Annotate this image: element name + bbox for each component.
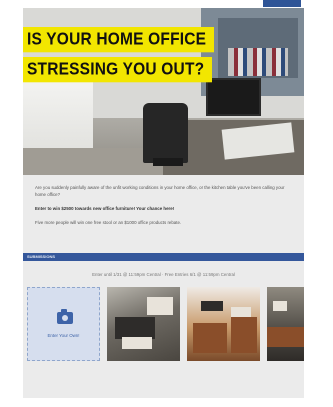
- hero-chair-base: [153, 158, 183, 166]
- submission-thumbnail[interactable]: [267, 287, 304, 361]
- hero-chair: [143, 103, 188, 163]
- gallery-caption: Enter until 1/31 @ 11:59pm Central · Fre…: [92, 272, 235, 277]
- contest-card: IS YOUR HOME OFFICE STRESSING YOU OUT? A…: [23, 8, 304, 398]
- contest-description: Are you suddenly painfully aware of the …: [35, 184, 293, 233]
- thumb-desk: [231, 317, 257, 353]
- section-bar: SUBMISSIONS: [23, 253, 304, 261]
- secondary-prize-paragraph: Five more people will win one free stool…: [35, 220, 182, 225]
- section-bar-label: SUBMISSIONS: [27, 254, 56, 259]
- submission-thumbnail[interactable]: [107, 287, 180, 361]
- thumb-printer: [201, 301, 223, 311]
- thumb-window: [147, 297, 173, 315]
- enter-your-own-label: Enter Your Own!: [47, 333, 80, 338]
- headline-line-2: STRESSING YOU OUT?: [23, 57, 213, 83]
- thumb-desk: [115, 317, 155, 339]
- enter-your-own-button[interactable]: Enter Your Own!: [27, 287, 100, 361]
- camera-icon: [57, 309, 73, 324]
- thumb-desk: [267, 327, 304, 347]
- thumb-cabinet: [193, 323, 227, 353]
- top-tab[interactable]: [263, 0, 301, 7]
- hero-photo: IS YOUR HOME OFFICE STRESSING YOU OUT?: [23, 8, 304, 175]
- intro-paragraph: Are you suddenly painfully aware of the …: [35, 185, 285, 197]
- prize-paragraph[interactable]: Enter to win $2500 towards new office fu…: [35, 205, 293, 212]
- submission-thumbnail[interactable]: [187, 287, 260, 361]
- hero-books: [228, 48, 288, 76]
- thumb-papers: [122, 337, 152, 349]
- thumb-papers: [231, 307, 251, 317]
- hero-monitor: [206, 78, 261, 116]
- thumb-screen: [273, 301, 287, 311]
- headline-line-1: IS YOUR HOME OFFICE: [23, 27, 215, 53]
- submission-gallery: Enter Your Own!: [27, 287, 304, 361]
